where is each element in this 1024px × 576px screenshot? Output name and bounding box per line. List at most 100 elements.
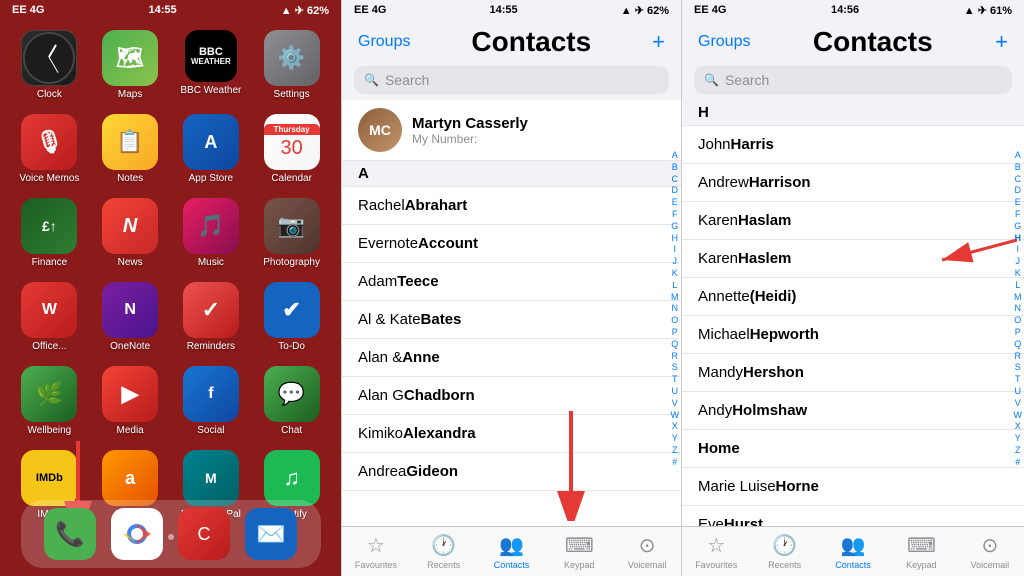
battery-search: ▲ ✈ 61%: [964, 4, 1012, 17]
contact-gideon[interactable]: Andrea Gideon: [342, 453, 681, 491]
app-finance[interactable]: £↑ Finance: [16, 198, 83, 268]
contacts-list-screen: EE 4G 14:55 ▲ ✈ 62% Groups Contacts + 🔍 …: [341, 0, 682, 576]
contact-horne[interactable]: Marie Luise Horne: [682, 468, 1024, 506]
tab-recents-3[interactable]: 🕐 Recents: [750, 533, 818, 570]
app-settings[interactable]: ⚙️ Settings: [258, 30, 325, 100]
dock-chrome[interactable]: [111, 508, 163, 560]
dock-castro[interactable]: C: [178, 508, 230, 560]
app-voice-label: Voice Memos: [19, 173, 79, 184]
app-reminders-label: Reminders: [187, 341, 235, 352]
section-h-header: H: [682, 100, 1024, 126]
contact-hershon[interactable]: Mandy Hershon: [682, 354, 1024, 392]
app-appstore[interactable]: A App Store: [178, 114, 245, 184]
contact-holmshaw[interactable]: Andy Holmshaw: [682, 392, 1024, 430]
bbc-icon: BBC WEATHER: [185, 30, 237, 82]
tab-favourites-3[interactable]: ☆ Favourites: [682, 533, 750, 570]
tab-keypad-3[interactable]: ⌨ Keypad: [887, 533, 955, 570]
contact-anne[interactable]: Alan & Anne: [342, 339, 681, 377]
app-onenote[interactable]: N OneNote: [97, 282, 164, 352]
notes-icon: 📋: [102, 114, 158, 170]
app-clock[interactable]: Clock: [16, 30, 83, 100]
search-icon-2: 🔍: [704, 73, 719, 87]
contact-bates[interactable]: Al & Kate Bates: [342, 301, 681, 339]
contact-teece[interactable]: Adam Teece: [342, 263, 681, 301]
tab-voicemail-label: Voicemail: [628, 560, 667, 570]
app-photo[interactable]: 📷 Photography: [258, 198, 325, 268]
search-bar-contacts[interactable]: 🔍 Search: [354, 66, 669, 94]
app-music[interactable]: 🎵 Music: [178, 198, 245, 268]
app-office[interactable]: W Office...: [16, 282, 83, 352]
contact-haslam[interactable]: Karen Haslam: [682, 202, 1024, 240]
app-calendar[interactable]: Thursday 30 Calendar: [258, 114, 325, 184]
my-number-row[interactable]: MC Martyn Casserly My Number:: [342, 100, 681, 161]
contact-harris[interactable]: John Harris: [682, 126, 1024, 164]
search-placeholder-contacts: Search: [385, 72, 429, 88]
contacts-list: MC Martyn Casserly My Number: A Rachel A…: [342, 100, 681, 526]
tab-recents[interactable]: 🕐 Recents: [410, 533, 478, 570]
tab-contacts-3[interactable]: 👥 Contacts: [819, 533, 887, 570]
app-media[interactable]: ▶ Media: [97, 366, 164, 436]
dock-mail[interactable]: ✉️: [245, 508, 297, 560]
contacts-header: Groups Contacts +: [342, 20, 681, 62]
tab-keypad-label: Keypad: [564, 560, 595, 570]
app-reminders[interactable]: ✓ Reminders: [178, 282, 245, 352]
tab-favourites[interactable]: ☆ Favourites: [342, 533, 410, 570]
contact-abrahart[interactable]: Rachel Abrahart: [342, 187, 681, 225]
app-notes-label: Notes: [117, 173, 143, 184]
tab-favourites-label: Favourites: [355, 560, 397, 570]
contact-chadborn[interactable]: Alan G Chadborn: [342, 377, 681, 415]
tab-keypad[interactable]: ⌨ Keypad: [545, 533, 613, 570]
app-notes[interactable]: 📋 Notes: [97, 114, 164, 184]
contact-harrison[interactable]: Andrew Harrison: [682, 164, 1024, 202]
contacts-title: Contacts: [471, 26, 591, 58]
groups-link-search[interactable]: Groups: [698, 33, 750, 51]
contact-hepworth[interactable]: Michael Hepworth: [682, 316, 1024, 354]
index-bar-contacts[interactable]: A B C D E F G H I J K L M N O P Q R S T: [671, 150, 680, 468]
contact-haslem[interactable]: Karen Haslem: [682, 240, 1024, 278]
add-contact-button[interactable]: +: [652, 29, 665, 55]
app-social[interactable]: f Social: [178, 366, 245, 436]
app-voice[interactable]: 🎙 Voice Memos: [16, 114, 83, 184]
app-maps-label: Maps: [118, 89, 142, 100]
app-wellbeing[interactable]: 🌿 Wellbeing: [16, 366, 83, 436]
add-contact-search-button[interactable]: +: [995, 29, 1008, 55]
app-news[interactable]: N News: [97, 198, 164, 268]
reminders-icon: ✓: [183, 282, 239, 338]
appstore-icon: A: [183, 114, 239, 170]
contact-heidi[interactable]: Annette (Heidi): [682, 278, 1024, 316]
search-bar-search[interactable]: 🔍 Search: [694, 66, 1012, 94]
finance-icon: £↑: [21, 198, 77, 254]
office-icon: W: [21, 282, 77, 338]
tab-voicemail[interactable]: ⊙ Voicemail: [613, 533, 681, 570]
contact-alexandra[interactable]: Kimiko Alexandra: [342, 415, 681, 453]
contacts-search-panel: EE 4G 14:56 ▲ ✈ 61% Groups Contacts + 🔍 …: [682, 0, 1024, 576]
app-bbc[interactable]: BBC WEATHER BBC Weather: [178, 30, 245, 100]
calendar-icon: Thursday 30: [264, 114, 320, 170]
voicemail-icon: ⊙: [639, 533, 656, 558]
contact-hurst[interactable]: Eve Hurst: [682, 506, 1024, 526]
app-clock-label: Clock: [37, 89, 62, 100]
status-bar-home: EE 4G 14:55 ▲ ✈ 62%: [0, 0, 341, 20]
index-bar-search[interactable]: A B C D E F G H I J K L M N O P Q R S T …: [1014, 150, 1023, 468]
app-todo-label: To-Do: [278, 341, 305, 352]
app-chat[interactable]: 💬 Chat: [258, 366, 325, 436]
time-home: 14:55: [149, 4, 177, 16]
spotify-icon: ♫: [264, 450, 320, 506]
tab-contacts-label-3: Contacts: [835, 560, 871, 570]
voice-icon: 🎙: [21, 114, 77, 170]
tab-voicemail-3[interactable]: ⊙ Voicemail: [956, 533, 1024, 570]
search-placeholder-search: Search: [725, 72, 769, 88]
voicemail-icon-3: ⊙: [981, 533, 998, 558]
groups-link[interactable]: Groups: [358, 33, 410, 51]
dock: 📞 C ✉️: [21, 500, 321, 568]
contact-home[interactable]: Home: [682, 430, 1024, 468]
dock-phone[interactable]: 📞: [44, 508, 96, 560]
app-maps[interactable]: 🗺 Maps: [97, 30, 164, 100]
tab-voicemail-label-3: Voicemail: [971, 560, 1010, 570]
app-todo[interactable]: ✔ To-Do: [258, 282, 325, 352]
my-number-sub: My Number:: [412, 132, 528, 146]
tab-favourites-label-3: Favourites: [695, 560, 737, 570]
tab-contacts[interactable]: 👥 Contacts: [478, 533, 546, 570]
contact-account[interactable]: Evernote Account: [342, 225, 681, 263]
app-finance-label: Finance: [32, 257, 68, 268]
